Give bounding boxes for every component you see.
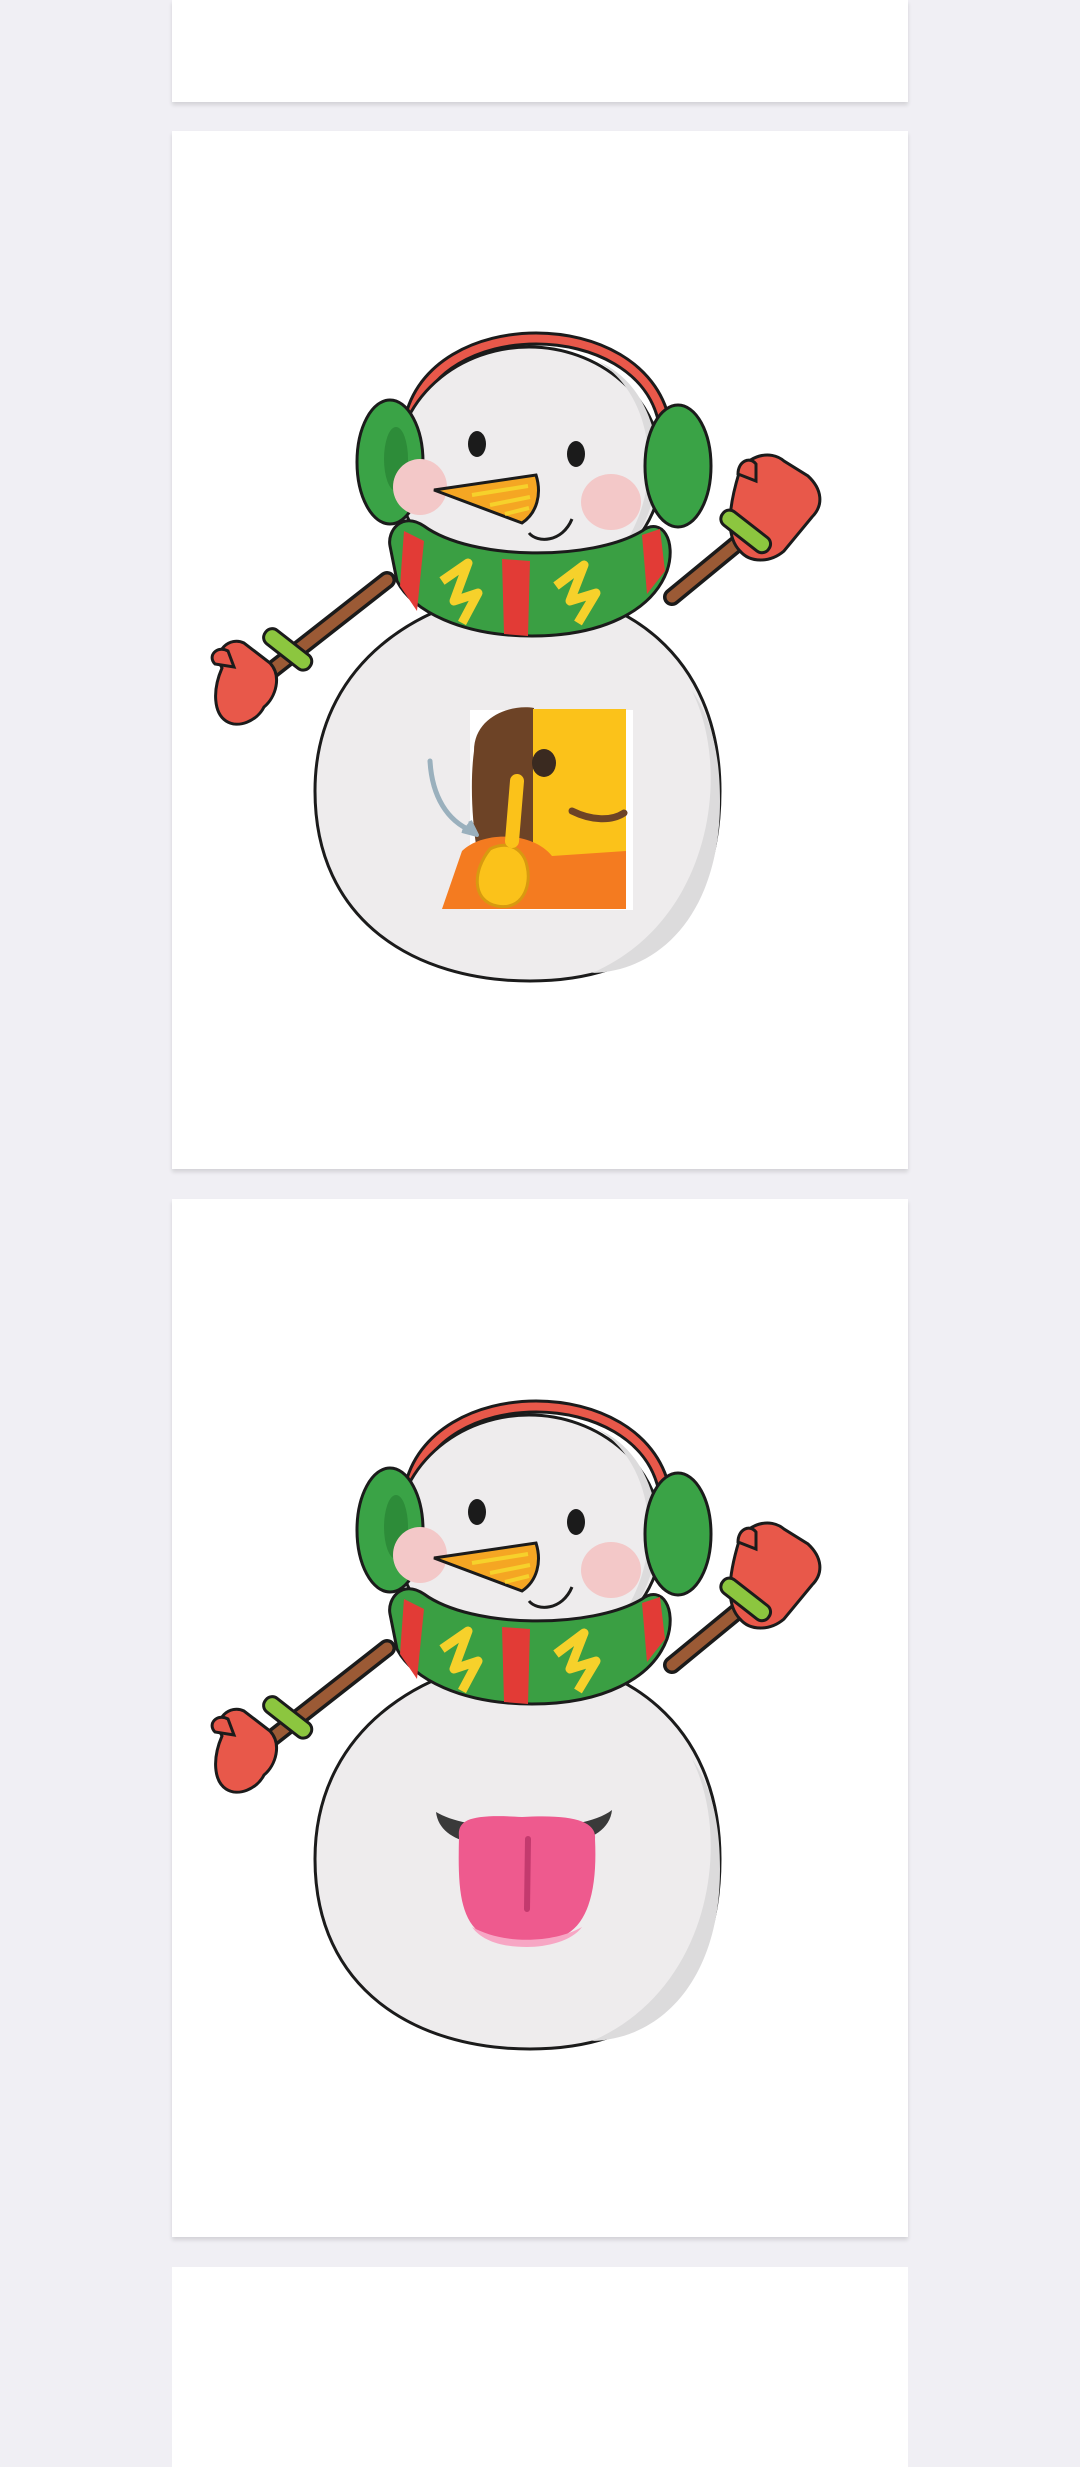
snowman-icon bbox=[210, 1399, 822, 2051]
sticker-card-partial-top[interactable] bbox=[172, 0, 908, 102]
sticker-card-snowman-tongue[interactable] bbox=[172, 1199, 908, 2237]
sticker-feed[interactable] bbox=[0, 0, 1080, 2467]
snowman-sticker bbox=[172, 131, 908, 1169]
snowman-icon bbox=[210, 331, 822, 983]
sticker-card-snowman-deaf-person[interactable] bbox=[172, 131, 908, 1169]
sticker-card-partial-bottom[interactable] bbox=[172, 2267, 908, 2467]
snowman-sticker bbox=[172, 1199, 908, 2237]
